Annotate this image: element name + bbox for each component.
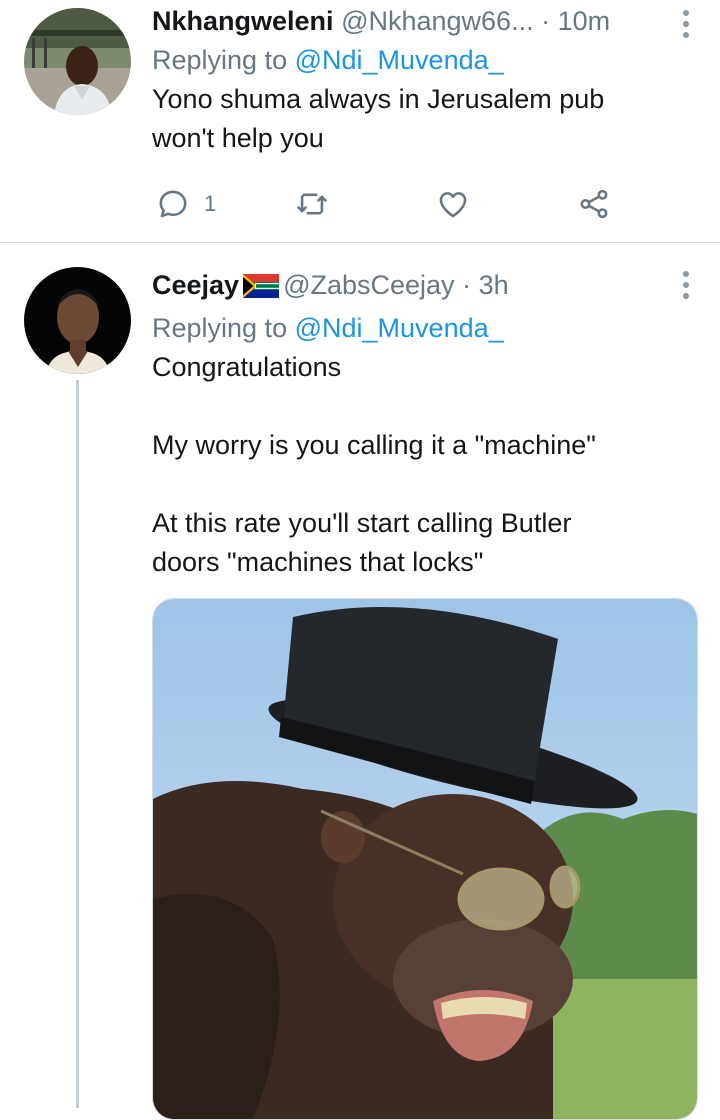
tweet-text: Yono shuma always in Jerusalem pub won't…: [152, 84, 605, 153]
share-button[interactable]: [577, 184, 611, 224]
avatar-photo: [24, 8, 131, 115]
south-africa-flag-icon: [243, 272, 280, 306]
time-separator: ·: [462, 270, 472, 300]
tweet-header: Ceejay @ZabsCeejay · 3h: [152, 268, 680, 306]
handle[interactable]: @ZabsCeejay: [283, 270, 454, 300]
heart-icon: [439, 192, 467, 218]
avatar[interactable]: [24, 267, 131, 374]
replying-to: Replying to @Ndi_Muvenda_: [152, 311, 680, 345]
display-name[interactable]: Nkhangweleni: [152, 6, 334, 36]
display-name[interactable]: Ceejay: [152, 270, 239, 300]
time-separator: ·: [541, 6, 551, 36]
share-icon: [580, 189, 608, 219]
mention-link[interactable]: @Ndi_Muvenda_: [295, 45, 504, 75]
replying-prefix: Replying to: [152, 45, 288, 75]
more-options-icon[interactable]: [682, 271, 690, 304]
action-bar: 1: [152, 184, 632, 224]
retweet-button[interactable]: [295, 184, 329, 224]
like-button[interactable]: [436, 184, 470, 224]
tweet-text: Congratulations My worry is you calling …: [152, 352, 596, 577]
replying-prefix: Replying to: [152, 313, 288, 343]
timestamp[interactable]: 10m: [558, 6, 611, 36]
avatar-photo: [24, 267, 131, 374]
mention-link[interactable]: @Ndi_Muvenda_: [295, 313, 504, 343]
tweet-media-image[interactable]: [152, 598, 698, 1120]
handle[interactable]: @Nkhangw66...: [341, 6, 534, 36]
more-options-icon[interactable]: [682, 10, 690, 43]
retweet-icon: [297, 193, 327, 215]
tweet-1[interactable]: Nkhangweleni @Nkhangw66... · 10m Replyin…: [0, 0, 720, 242]
reply-button[interactable]: 1: [156, 184, 216, 224]
avatar[interactable]: [24, 8, 131, 115]
reply-count: 1: [204, 191, 217, 216]
tweet-header: Nkhangweleni @Nkhangw66... · 10m: [152, 4, 680, 38]
timestamp[interactable]: 3h: [479, 270, 509, 300]
thread-connector: [76, 380, 79, 1108]
replying-to: Replying to @Ndi_Muvenda_: [152, 43, 680, 77]
monkey-top-hat-image: [153, 599, 697, 1119]
reply-icon: [159, 190, 187, 218]
